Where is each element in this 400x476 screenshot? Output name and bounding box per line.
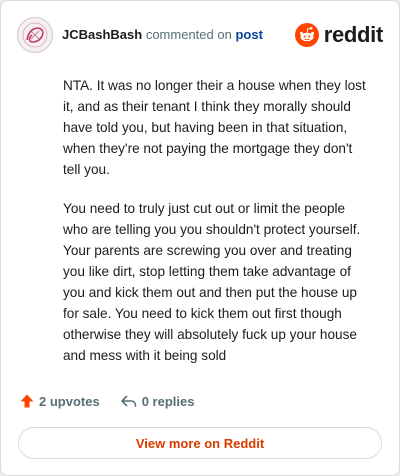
view-more-button[interactable]: View more on Reddit bbox=[18, 427, 382, 459]
comment-meta: JCBashBash commented on post bbox=[62, 27, 263, 43]
comment-paragraph: NTA. It was no longer their a house when… bbox=[63, 78, 366, 177]
reply-count: 0 replies bbox=[141, 393, 195, 409]
post-link[interactable]: post bbox=[235, 27, 262, 42]
username[interactable]: JCBashBash bbox=[62, 27, 142, 42]
upvote-button[interactable]: 2 upvotes bbox=[19, 393, 100, 409]
user-avatar bbox=[19, 19, 51, 51]
comment-body: NTA. It was no longer their a house when… bbox=[63, 75, 373, 384]
reply-arrow-icon bbox=[120, 395, 136, 407]
upvote-count: 2 upvotes bbox=[39, 393, 100, 409]
upvote-arrow-icon bbox=[20, 394, 34, 408]
reply-button[interactable]: 0 replies bbox=[120, 393, 195, 409]
reddit-logo-text: reddit bbox=[323, 22, 384, 47]
comment-paragraph: You need to truly just cut out or limit … bbox=[63, 201, 361, 363]
avatar[interactable] bbox=[17, 17, 53, 53]
comment-actions: 2 upvotes 0 replies bbox=[19, 393, 214, 409]
comment-header: JCBashBash commented on post reddit bbox=[17, 15, 383, 55]
action-text: commented on bbox=[145, 27, 232, 42]
reddit-logo[interactable]: reddit bbox=[294, 22, 384, 48]
embedded-comment-card: JCBashBash commented on post reddit NTA.… bbox=[0, 0, 400, 476]
reddit-snoo-icon bbox=[294, 23, 319, 47]
